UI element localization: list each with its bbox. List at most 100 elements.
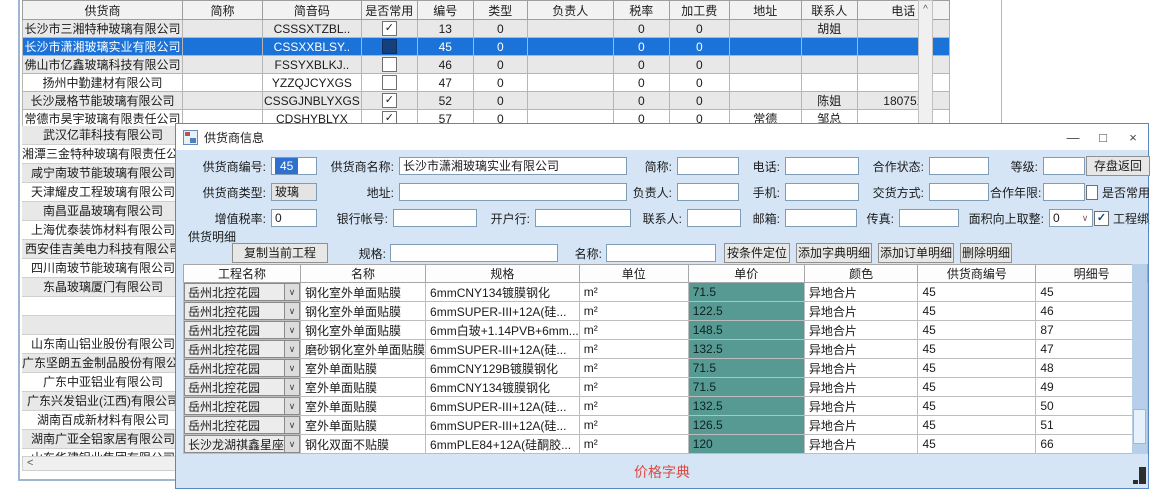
supplier-list-item[interactable]: 武汉亿菲科技有限公司 (22, 126, 184, 145)
bg-column-header-0[interactable]: 供货商 (23, 1, 183, 20)
project-name-combobox[interactable]: 岳州北控花园∨ (184, 359, 300, 377)
checkbox-unchecked-icon[interactable] (382, 39, 397, 54)
detail-column-header-0[interactable]: 工程名称 (184, 265, 301, 283)
supplier-list-item[interactable]: 西安佳吉美电力科技有限公司 (22, 240, 184, 259)
coop-years-input[interactable] (1043, 183, 1085, 201)
save-return-button[interactable]: 存盘返回 (1086, 156, 1150, 176)
chevron-down-icon[interactable]: ∨ (284, 378, 300, 396)
scroll-up-icon[interactable]: ^ (923, 4, 928, 15)
vertical-scrollbar[interactable]: ^ (918, 0, 933, 124)
bank-branch-input[interactable] (535, 209, 631, 227)
supplier-list-item[interactable]: 南昌亚晶玻璃有限公司 (22, 202, 184, 221)
mobile-input[interactable] (785, 183, 859, 201)
project-name-combobox[interactable]: 长沙龙湖祺鑫星座∨ (184, 435, 300, 453)
detail-column-header-6[interactable]: 供货商编号 (918, 265, 1036, 283)
delete-detail-button[interactable]: 删除明细 (960, 243, 1012, 263)
supplier-list-item[interactable]: 东晶玻璃厦门有限公司 (22, 278, 184, 297)
detail-vertical-scrollbar[interactable] (1132, 264, 1147, 454)
vat-rate-input[interactable]: 0 (271, 209, 317, 227)
bank-account-input[interactable] (393, 209, 477, 227)
delivery-method-input[interactable] (929, 183, 989, 201)
detail-table-row[interactable]: 长沙龙湖祺鑫星座∨钢化双面不贴膜6mmPLE84+12A(硅酮胶...m²120… (184, 435, 1148, 454)
detail-column-header-3[interactable]: 单位 (579, 265, 688, 283)
supplier-list-item[interactable]: 四川南玻节能玻璃有限公司 (22, 259, 184, 278)
supplier-table-row[interactable]: 扬州中勤建材有限公司YZZQJCYXGS47000 (23, 74, 950, 92)
locate-by-condition-button[interactable]: 按条件定位 (724, 243, 790, 263)
supplier-table-row[interactable]: 长沙市潇湘玻璃实业有限公司CSSXXBLSY..45000 (23, 38, 950, 56)
detail-table-row[interactable]: 岳州北控花园∨钢化室外单面贴膜6mmSUPER-III+12A(硅...m²12… (184, 302, 1148, 321)
detail-table-row[interactable]: 岳州北控花园∨室外单面贴膜6mmSUPER-III+12A(硅...m²126.… (184, 416, 1148, 435)
address-input[interactable] (399, 183, 627, 201)
supplier-list-item[interactable]: 咸宁南玻节能玻璃有限公司 (22, 164, 184, 183)
detail-table-row[interactable]: 岳州北控花园∨室外单面贴膜6mmCNY129B镀膜钢化m²71.5异地合片454… (184, 359, 1148, 378)
detail-column-header-4[interactable]: 单价 (688, 265, 804, 283)
common-use-checkbox[interactable]: 是否常用 (1086, 184, 1150, 201)
supplier-list-item[interactable] (22, 316, 184, 335)
bg-column-header-7[interactable]: 税率 (613, 1, 669, 20)
area-round-up-dropdown[interactable]: 0 ∨ (1049, 209, 1093, 227)
close-button[interactable]: × (1118, 125, 1148, 149)
detail-table-row[interactable]: 岳州北控花园∨钢化室外单面贴膜6mmCNY134镀膜钢化m²71.5异地合片45… (184, 283, 1148, 302)
bg-column-header-11[interactable]: 电话 (857, 1, 949, 20)
project-bind-checkbox[interactable]: ✓ 工程绑定 (1094, 210, 1150, 227)
supplier-list-item[interactable]: 上海优泰装饰材料有限公司 (22, 221, 184, 240)
supplier-list-item[interactable]: 湘潭三金特种玻璃有限责任公司 (22, 145, 184, 164)
coop-status-input[interactable] (929, 157, 989, 175)
supplier-name-input[interactable]: 长沙市潇湘玻璃实业有限公司 (399, 157, 627, 175)
supplier-list-item[interactable]: 广东中亚铝业有限公司 (22, 373, 184, 392)
bg-column-header-9[interactable]: 地址 (729, 1, 801, 20)
bg-column-header-4[interactable]: 编号 (417, 1, 473, 20)
checkbox-checked-icon[interactable]: ✓ (382, 93, 397, 108)
checkbox-checked-icon[interactable]: ✓ (382, 21, 397, 36)
short-name-input[interactable] (677, 157, 739, 175)
dialog-titlebar[interactable]: 供货商信息 — □ × (176, 124, 1148, 150)
bg-column-header-3[interactable]: 是否常用 (361, 1, 417, 20)
supplier-no-input[interactable]: 45 (271, 157, 317, 175)
chevron-down-icon[interactable]: ∨ (284, 416, 300, 434)
spec-filter-input[interactable] (390, 244, 558, 262)
project-name-combobox[interactable]: 岳州北控花园∨ (184, 283, 300, 301)
detail-column-header-2[interactable]: 规格 (426, 265, 580, 283)
project-name-combobox[interactable]: 岳州北控花园∨ (184, 378, 300, 396)
checkbox-unchecked-icon[interactable] (382, 57, 397, 72)
chevron-down-icon[interactable]: ∨ (284, 435, 300, 453)
bg-column-header-1[interactable]: 简称 (183, 1, 263, 20)
name-filter-input[interactable] (606, 244, 716, 262)
add-dict-detail-button[interactable]: 添加字典明细 (796, 243, 872, 263)
detail-column-header-1[interactable]: 名称 (301, 265, 426, 283)
checkbox-unchecked-icon[interactable] (382, 75, 397, 90)
chevron-down-icon[interactable]: ∨ (284, 340, 300, 358)
maximize-button[interactable]: □ (1088, 125, 1118, 149)
contact-input[interactable] (687, 209, 741, 227)
bg-column-header-10[interactable]: 联系人 (801, 1, 857, 20)
detail-table-row[interactable]: 岳州北控花园∨钢化室外单面贴膜6mm白玻+1.14PVB+6mm...m²148… (184, 321, 1148, 340)
horizontal-scrollbar[interactable]: < (22, 456, 184, 471)
supplier-list-item[interactable] (22, 297, 184, 316)
supplier-list-item[interactable]: 湖南百成新材料有限公司 (22, 411, 184, 430)
fax-input[interactable] (899, 209, 959, 227)
phone-input[interactable] (785, 157, 859, 175)
bg-column-header-6[interactable]: 负责人 (527, 1, 613, 20)
bg-column-header-5[interactable]: 类型 (473, 1, 527, 20)
supplier-list-item[interactable]: 湖南广亚全铝家居有限公司 (22, 430, 184, 449)
detail-column-header-5[interactable]: 颜色 (804, 265, 918, 283)
manager-input[interactable] (677, 183, 739, 201)
detail-table-row[interactable]: 岳州北控花园∨室外单面贴膜6mmCNY134镀膜钢化m²71.5异地合片4549 (184, 378, 1148, 397)
project-name-combobox[interactable]: 岳州北控花园∨ (184, 340, 300, 358)
supplier-list-item[interactable]: 山东南山铝业股份有限公司 (22, 335, 184, 354)
supplier-list-item[interactable]: 广东坚朗五金制品股份有限公司 (22, 354, 184, 373)
supplier-table-row[interactable]: 长沙晟格节能玻璃有限公司CSSGJNBLYXGS✓52000陈姐180751 (23, 92, 950, 110)
project-name-combobox[interactable]: 岳州北控花园∨ (184, 397, 300, 415)
supplier-type-input[interactable]: 玻璃 (271, 183, 317, 201)
chevron-down-icon[interactable]: ∨ (284, 397, 300, 415)
bg-column-header-8[interactable]: 加工费 (669, 1, 729, 20)
chevron-down-icon[interactable]: ∨ (284, 302, 300, 320)
minimize-button[interactable]: — (1058, 125, 1088, 149)
grade-input[interactable] (1043, 157, 1085, 175)
chevron-down-icon[interactable]: ∨ (284, 359, 300, 377)
project-name-combobox[interactable]: 岳州北控花园∨ (184, 416, 300, 434)
detail-column-header-7[interactable]: 明细号 (1036, 265, 1148, 283)
scrollbar-thumb[interactable] (1133, 409, 1146, 444)
supplier-table-row[interactable]: 长沙市三湘特种玻璃有限公司CSSSXTZBL..✓13000胡姐 (23, 20, 950, 38)
detail-table-row[interactable]: 岳州北控花园∨室外单面贴膜6mmSUPER-III+12A(硅...m²132.… (184, 397, 1148, 416)
